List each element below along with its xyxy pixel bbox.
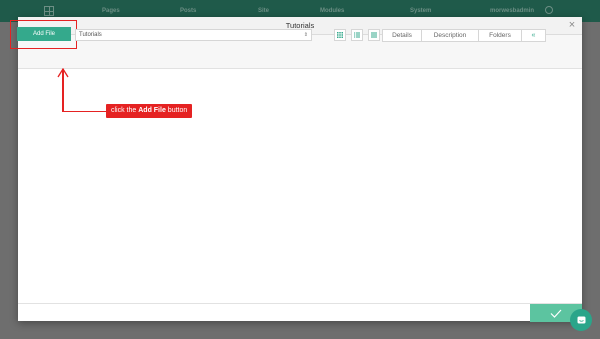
annotation-prefix: click the xyxy=(111,107,139,114)
file-list-area[interactable] xyxy=(18,70,582,303)
folder-select-value: Tutorials xyxy=(79,32,102,38)
tab-description[interactable]: Description xyxy=(422,30,479,41)
nav-user-name: morwesbadmin xyxy=(490,8,535,14)
annotation-suffix: button xyxy=(165,107,188,114)
checkmark-icon xyxy=(550,309,562,318)
tab-details[interactable]: Details xyxy=(383,30,422,41)
grid-view-button[interactable] xyxy=(334,29,346,41)
annotation-bold: Add File xyxy=(138,107,166,114)
list-view-button[interactable] xyxy=(351,29,363,41)
select-arrows-icon: ⇕ xyxy=(303,32,308,38)
close-icon[interactable]: × xyxy=(566,19,578,31)
annotation-highlight-box xyxy=(10,20,77,49)
annotation-line-horizontal xyxy=(62,110,106,112)
folder-select[interactable]: Tutorials ⇕ xyxy=(75,29,312,41)
tab-folders[interactable]: Folders xyxy=(479,30,522,41)
nav-item-posts: Posts xyxy=(180,8,197,14)
nav-item-modules: Modules xyxy=(320,8,345,14)
annotation-callout: click the Add File button xyxy=(106,104,193,118)
nav-item-pages: Pages xyxy=(102,8,120,14)
grid-view-icon xyxy=(337,32,343,38)
annotation-line-vertical xyxy=(62,69,64,112)
chat-launcher-button[interactable] xyxy=(570,309,592,331)
detail-list-view-icon xyxy=(371,32,377,38)
file-manager-modal: Tutorials × xyxy=(18,17,582,322)
apps-grid-icon xyxy=(44,6,54,16)
detail-list-view-button[interactable] xyxy=(368,29,380,41)
nav-item-system: System xyxy=(410,8,432,14)
nav-item-site: Site xyxy=(258,8,270,14)
chat-icon xyxy=(577,316,585,323)
collapse-panel-icon[interactable]: « xyxy=(522,30,545,41)
search-icon xyxy=(545,6,553,14)
modal-footer xyxy=(18,303,582,322)
info-tabs: Details Description Folders « xyxy=(382,29,546,42)
list-view-icon xyxy=(354,32,360,38)
